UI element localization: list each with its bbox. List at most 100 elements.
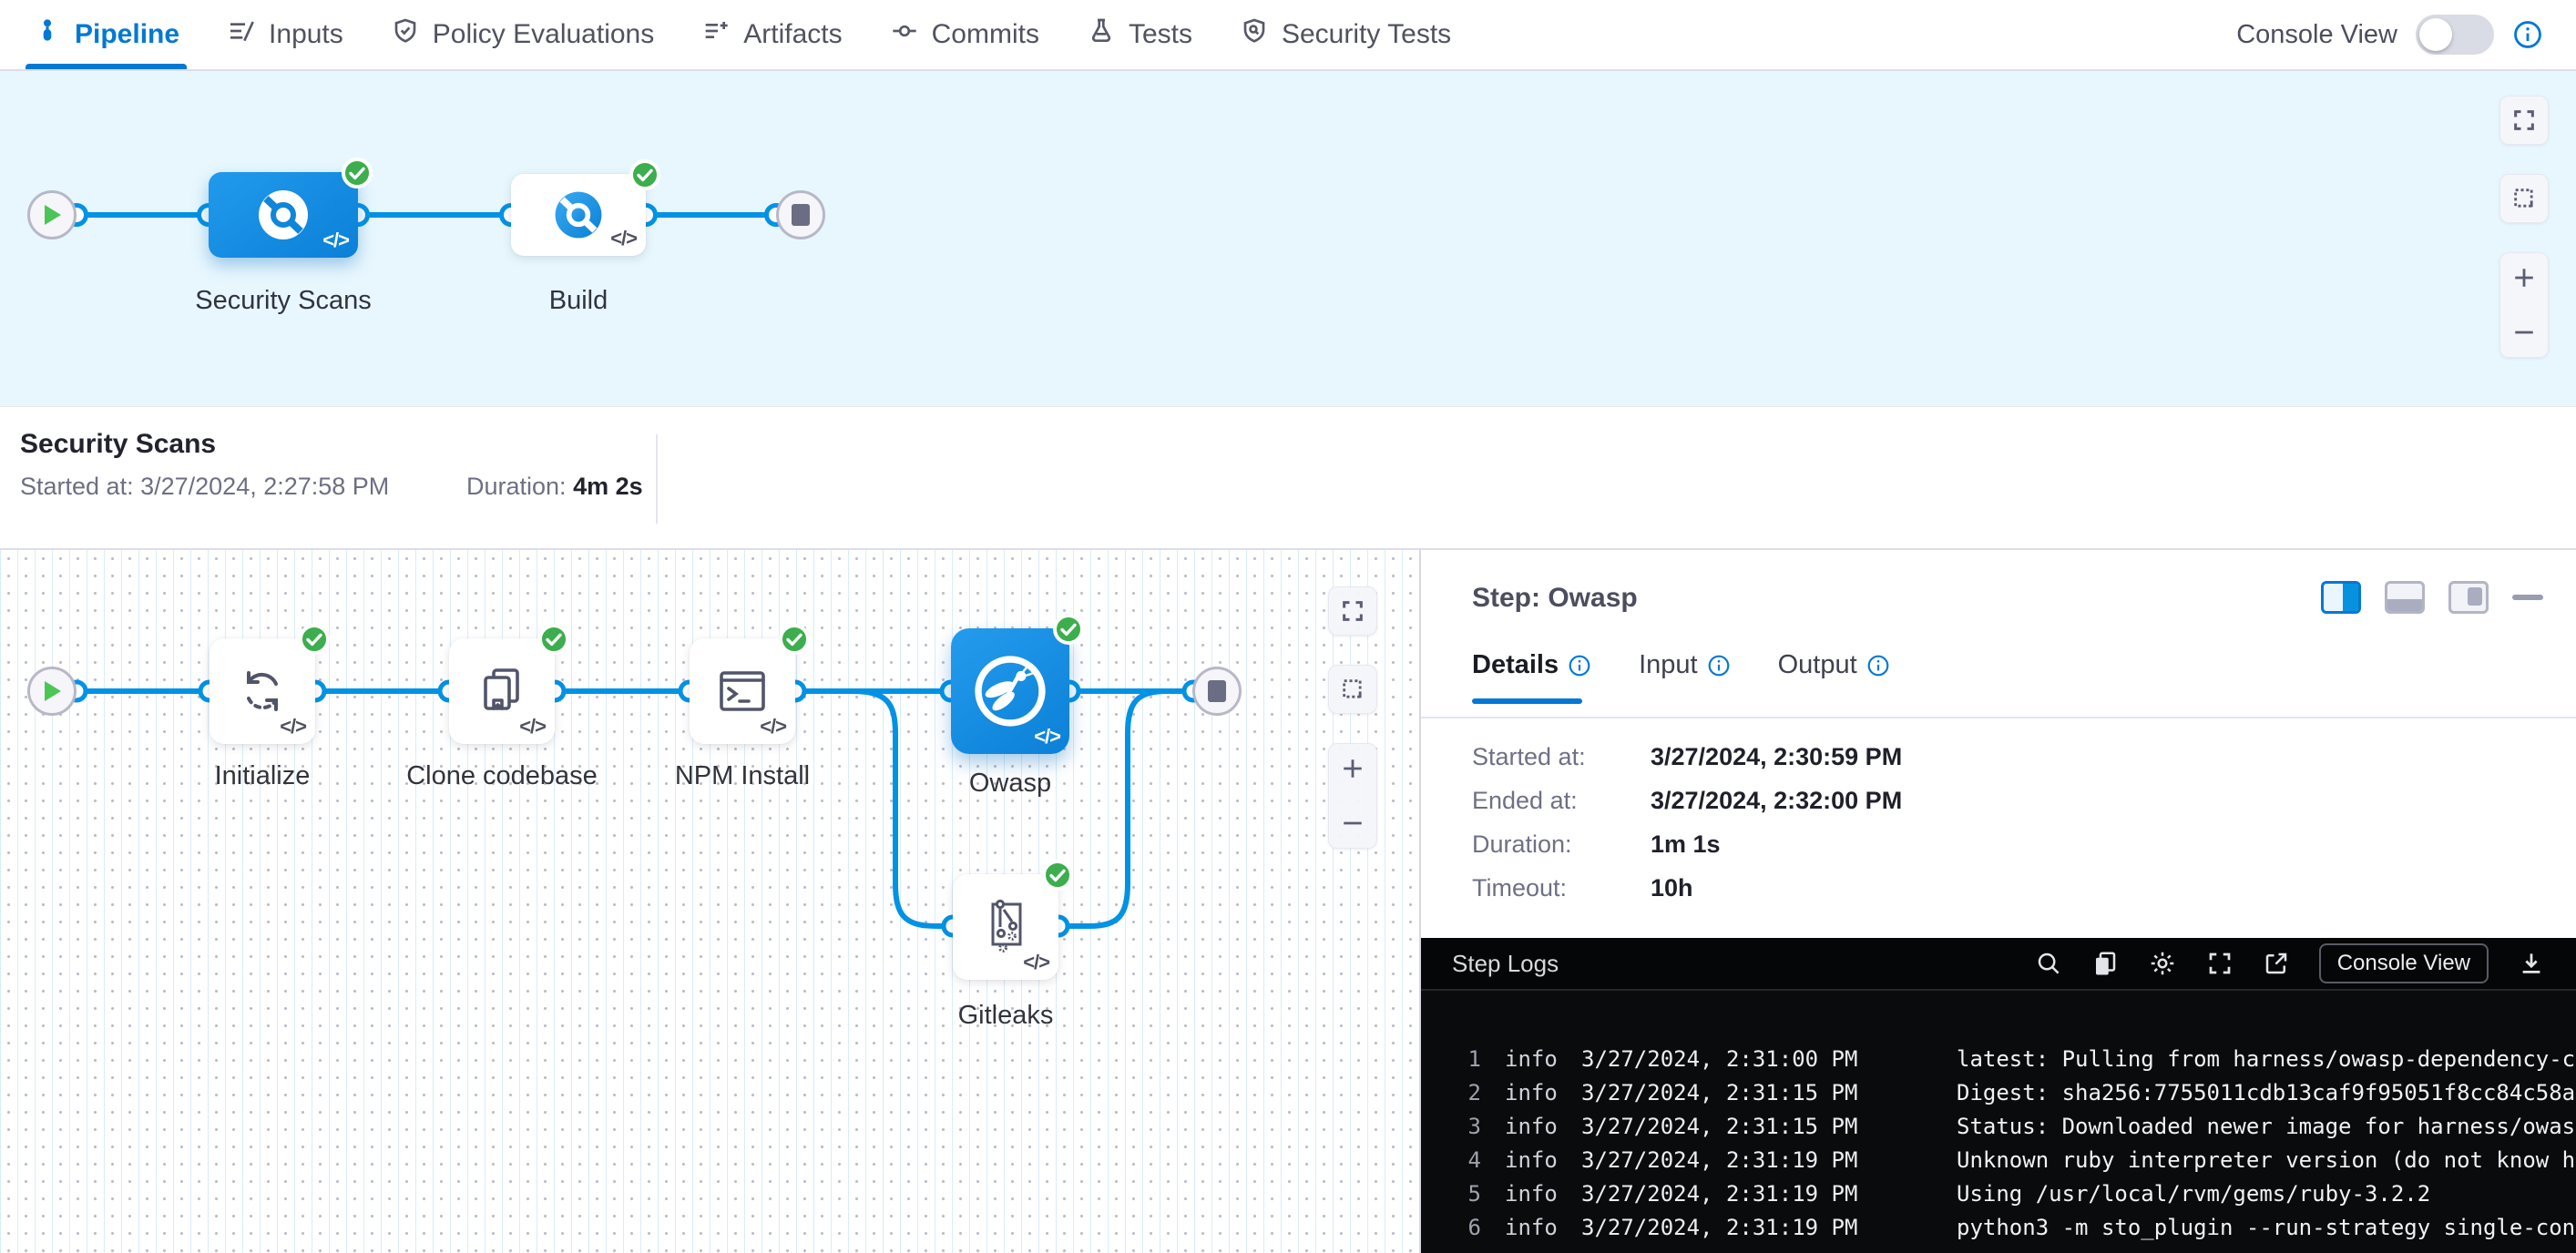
detail-row: Duration: 1m 1s [1472, 830, 1721, 859]
line-number: 2 [1421, 1080, 1481, 1105]
log-level: info [1505, 1215, 1574, 1240]
owasp-icon [968, 649, 1052, 733]
commit-icon [890, 16, 919, 53]
tabs-divider [1421, 717, 2576, 718]
layout-bottom-panel-button[interactable] [2385, 581, 2425, 614]
marquee-select-button[interactable] [1328, 665, 1377, 714]
step-node-initialize[interactable]: </> [210, 638, 315, 744]
step-label: NPM Install [633, 761, 852, 791]
check-icon [1060, 623, 1077, 637]
detail-value: 10h [1651, 874, 1693, 902]
step-graph-canvas: </> </> </> [0, 548, 1419, 1253]
info-icon[interactable] [1568, 654, 1591, 677]
build-stage-icon [549, 186, 608, 244]
zoom-out-icon[interactable] [1341, 811, 1365, 835]
log-line: 4 info 3/27/2024, 2:31:19 PM Unknown rub… [1421, 1143, 2576, 1177]
detail-label: Started at: [1472, 743, 1651, 771]
tab-label: Commits [932, 19, 1039, 50]
tab-security-tests[interactable]: Security Tests [1240, 0, 1451, 69]
code-glyph-icon: </> [1023, 951, 1049, 974]
top-nav: Pipeline Inputs Policy Evaluations Artif… [0, 0, 2576, 71]
info-icon[interactable] [1866, 654, 1890, 677]
tab-tests[interactable]: Tests [1087, 0, 1192, 69]
stage-graph-canvas: </> </> Security Scans Build [0, 71, 2576, 406]
marquee-icon [2511, 186, 2537, 211]
open-in-new-icon[interactable] [2263, 950, 2290, 977]
step-node-npm-install[interactable]: </> [690, 638, 795, 744]
layout-fill [2387, 599, 2422, 611]
step-label: Clone codebase [393, 761, 611, 791]
fullscreen-icon [2511, 107, 2537, 133]
success-badge [779, 624, 810, 655]
step-logs-title: Step Logs [1452, 950, 1559, 978]
detail-label: Ended at: [1472, 787, 1651, 815]
console-view-toggle[interactable] [2416, 15, 2494, 55]
panel-layout-controls [2321, 581, 2543, 614]
step-panel-title: Step: Owasp [1472, 583, 1638, 614]
info-icon[interactable] [2512, 19, 2543, 50]
stage-node-build[interactable]: </> [511, 174, 646, 256]
tab-artifacts[interactable]: Artifacts [701, 0, 842, 69]
step-start-node [27, 667, 77, 716]
download-icon[interactable] [2518, 950, 2545, 977]
inputs-icon [227, 16, 256, 53]
flask-icon [1087, 16, 1116, 53]
copy-icon[interactable] [2091, 950, 2119, 977]
zoom-in-icon[interactable] [2512, 266, 2536, 290]
minimize-panel-button[interactable] [2512, 595, 2543, 600]
tab-label: Policy Evaluations [433, 19, 654, 50]
detail-value: 3/27/2024, 2:32:00 PM [1651, 787, 1902, 815]
settings-gear-icon[interactable] [2148, 949, 2177, 978]
detail-label: Timeout: [1472, 874, 1651, 902]
tab-policy-evaluations[interactable]: Policy Evaluations [391, 0, 654, 69]
duration-label: Duration: [466, 473, 567, 500]
success-badge [1053, 614, 1084, 645]
layout-right-panel-button[interactable] [2321, 581, 2361, 614]
zoom-controls [1328, 743, 1377, 849]
tab-inputs[interactable]: Inputs [227, 0, 343, 69]
tab-label: Security Tests [1282, 19, 1451, 50]
marquee-select-button[interactable] [2499, 174, 2549, 223]
stage-info-title: Security Scans [20, 429, 216, 460]
zoom-in-icon[interactable] [1341, 757, 1365, 780]
tab-pipeline[interactable]: Pipeline [33, 0, 179, 69]
stop-icon [1207, 679, 1227, 703]
success-badge [342, 158, 373, 188]
marquee-icon [1340, 677, 1365, 702]
terminal-icon [714, 663, 771, 719]
log-level: info [1505, 1046, 1574, 1072]
step-node-clone-codebase[interactable]: </> [449, 638, 555, 744]
play-icon [41, 679, 63, 703]
log-line: 1 info 3/27/2024, 2:31:00 PM latest: Pul… [1421, 1042, 2576, 1075]
log-level: info [1505, 1147, 1574, 1173]
tab-output[interactable]: Output [1778, 650, 1890, 704]
search-icon[interactable] [2035, 950, 2062, 977]
layout-fill [2468, 587, 2482, 606]
stage-info-band: Security Scans Started at: 3/27/2024, 2:… [0, 406, 2576, 548]
tab-commits[interactable]: Commits [890, 0, 1039, 69]
log-message: latest: Pulling from harness/owasp-depen… [1957, 1046, 2576, 1072]
started-label: Started at: [20, 473, 134, 500]
zoom-out-icon[interactable] [2512, 321, 2536, 344]
tab-details[interactable]: Details [1472, 650, 1591, 704]
step-node-gitleaks[interactable]: </> [953, 874, 1058, 980]
fullscreen-button[interactable] [2499, 96, 2549, 145]
code-glyph-icon: </> [610, 227, 637, 250]
log-timestamp: 3/27/2024, 2:31:19 PM [1581, 1147, 1887, 1173]
tab-input[interactable]: Input [1639, 650, 1731, 704]
fullscreen-icon [1340, 598, 1365, 624]
layout-floating-panel-button[interactable] [2448, 581, 2489, 614]
fullscreen-button[interactable] [1328, 586, 1377, 636]
step-logs-header: Step Logs Console View [1421, 938, 2576, 991]
console-view-button[interactable]: Console View [2319, 943, 2489, 983]
log-line: 3 info 3/27/2024, 2:31:15 PM Status: Dow… [1421, 1109, 2576, 1143]
info-icon[interactable] [1707, 654, 1731, 677]
log-message: Using /usr/local/rvm/gems/ruby-3.2.2 [1957, 1181, 2430, 1207]
step-node-owasp[interactable]: </> [951, 628, 1069, 754]
fullscreen-icon[interactable] [2206, 950, 2234, 977]
stage-node-security-scans[interactable]: </> [209, 172, 358, 258]
line-number: 1 [1421, 1046, 1481, 1072]
stage-started: Started at: 3/27/2024, 2:27:58 PM [20, 473, 389, 501]
duration-value: 4m 2s [573, 473, 643, 500]
tab-label: Artifacts [743, 19, 842, 50]
